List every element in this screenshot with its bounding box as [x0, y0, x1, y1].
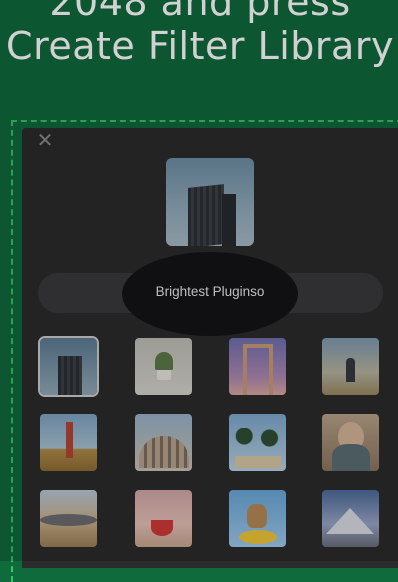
- thumb-colosseum[interactable]: [135, 414, 192, 471]
- thumb-mountain[interactable]: [322, 490, 379, 547]
- thumb-palms[interactable]: [229, 414, 286, 471]
- preview-image: [166, 158, 254, 246]
- instruction-line-2: Create Filter Library: [6, 24, 394, 68]
- library-name-text: Brightest Pluginso: [155, 284, 265, 299]
- thumb-plant[interactable]: [135, 338, 192, 395]
- thumb-dunes[interactable]: [40, 490, 97, 547]
- thumb-arch[interactable]: [229, 338, 286, 395]
- thumb-drink[interactable]: [135, 490, 192, 547]
- instruction-banner: 2048 and press Create Filter Library: [0, 0, 398, 118]
- thumb-dog[interactable]: [229, 490, 286, 547]
- thumb-portrait[interactable]: [322, 414, 379, 471]
- thumb-lighthouse[interactable]: [40, 414, 97, 471]
- preview-building-side: [222, 194, 236, 246]
- close-icon[interactable]: ✕: [36, 131, 54, 151]
- thumb-building[interactable]: [40, 338, 97, 395]
- instruction-line-1: 2048 and press: [49, 0, 351, 24]
- thumb-person-field[interactable]: [322, 338, 379, 395]
- preview-building-shape: [188, 184, 224, 246]
- filter-library-dialog: ✕ Brightest Pluginso: [22, 128, 398, 568]
